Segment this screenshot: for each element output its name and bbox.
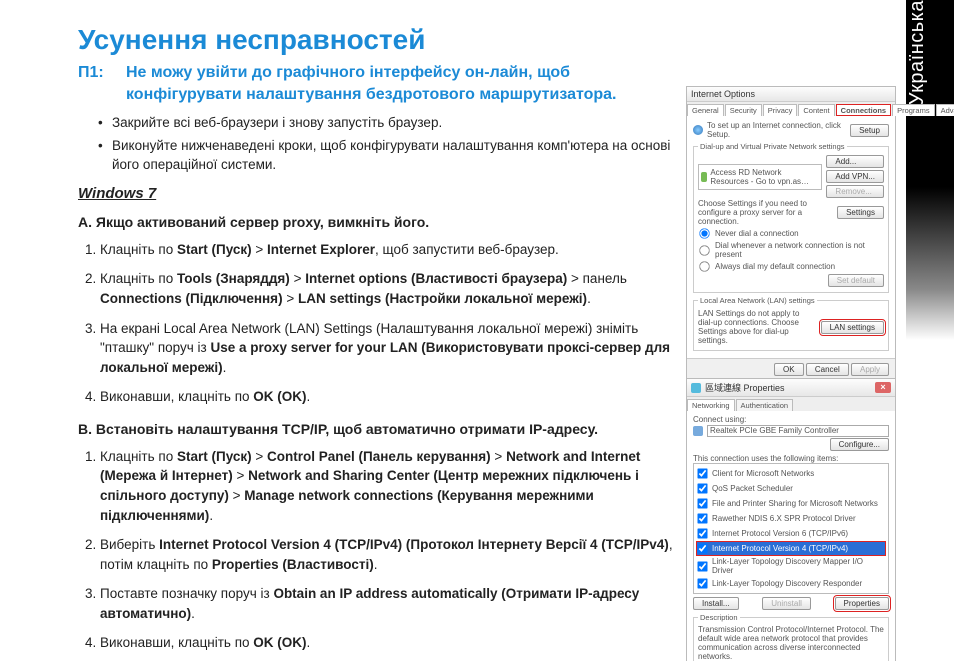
fig1-setup-text: To set up an Internet connection, click … — [707, 121, 846, 139]
list-item[interactable]: Internet Protocol Version 4 (TCP/IPv4) — [696, 541, 886, 556]
list-item[interactable]: Link-Layer Topology Discovery Responder — [696, 576, 886, 591]
item-label: Client for Microsoft Networks — [712, 469, 814, 478]
fig1-radio2: Dial whenever a network connection is no… — [715, 241, 884, 259]
add-vpn-button[interactable]: Add VPN... — [826, 170, 884, 183]
step-item: Поставте позначку поруч із Obtain an IP … — [100, 584, 678, 623]
q1-number: П1: — [78, 62, 126, 105]
fig1-tab[interactable]: Security — [725, 104, 762, 116]
step-item: Виконавши, клацніть по OK (OK). — [100, 633, 678, 653]
item-label: Link-Layer Topology Discovery Mapper I/O… — [712, 557, 886, 575]
list-item[interactable]: Internet Protocol Version 6 (TCP/IPv6) — [696, 526, 886, 541]
list-item[interactable]: Rawether NDIS 6.X SPR Protocol Driver — [696, 511, 886, 526]
item-checkbox[interactable] — [697, 543, 707, 553]
fig1-dial-legend: Dial-up and Virtual Private Network sett… — [698, 142, 847, 151]
properties-button[interactable]: Properties — [835, 597, 889, 610]
remove-button[interactable]: Remove... — [826, 185, 884, 198]
radio-always-dial[interactable] — [699, 261, 709, 271]
fig1-apply-button[interactable]: Apply — [851, 363, 889, 376]
steps-a: Клацніть по Start (Пуск) > Internet Expl… — [100, 240, 678, 407]
fig1-tab[interactable]: Content — [798, 104, 834, 116]
fig1-lan-legend: Local Area Network (LAN) settings — [698, 296, 817, 305]
item-checkbox[interactable] — [697, 528, 707, 538]
fig-internet-options: Internet Options GeneralSecurityPrivacyC… — [686, 86, 896, 381]
tab-authentication[interactable]: Authentication — [736, 399, 794, 411]
list-item[interactable]: Link-Layer Topology Discovery Mapper I/O… — [696, 556, 886, 576]
item-label: Internet Protocol Version 6 (TCP/IPv6) — [712, 529, 848, 538]
fig1-tab[interactable]: Privacy — [763, 104, 798, 116]
fig1-cancel-button[interactable]: Cancel — [806, 363, 849, 376]
item-label: QoS Packet Scheduler — [712, 484, 793, 493]
add-button[interactable]: Add... — [826, 155, 884, 168]
step-item: Клацніть по Tools (Знаряддя) > Internet … — [100, 269, 678, 308]
list-item[interactable]: QoS Packet Scheduler — [696, 481, 886, 496]
globe-icon — [693, 125, 703, 135]
setup-button[interactable]: Setup — [850, 124, 889, 137]
section-b-label: B. Встановіть налаштування TCP/IP, щоб а… — [78, 421, 678, 437]
settings-button[interactable]: Settings — [837, 206, 884, 219]
fig1-tabs: GeneralSecurityPrivacyContentConnections… — [687, 102, 895, 116]
item-checkbox[interactable] — [697, 468, 707, 478]
step-item: Клацніть по Start (Пуск) > Internet Expl… — [100, 240, 678, 260]
item-checkbox[interactable] — [697, 561, 707, 571]
step-item: На екрані Local Area Network (LAN) Setti… — [100, 319, 678, 378]
close-icon[interactable]: × — [875, 382, 891, 393]
fig1-title: Internet Options — [691, 89, 755, 99]
configure-button[interactable]: Configure... — [830, 438, 889, 451]
adapter-field[interactable]: Realtek PCIe GBE Family Controller — [707, 425, 889, 437]
steps-b: Клацніть по Start (Пуск) > Control Panel… — [100, 447, 678, 653]
list-item[interactable]: File and Printer Sharing for Microsoft N… — [696, 496, 886, 511]
item-checkbox[interactable] — [697, 513, 707, 523]
item-checkbox[interactable] — [697, 483, 707, 493]
fig2-items-list[interactable]: Client for Microsoft Networks QoS Packet … — [693, 463, 889, 594]
item-checkbox[interactable] — [697, 578, 707, 588]
fig1-proxy-text: Choose Settings if you need to configure… — [698, 199, 833, 226]
install-button[interactable]: Install... — [693, 597, 739, 610]
page-title: Усунення несправностей — [78, 24, 678, 56]
fig1-tab[interactable]: General — [687, 104, 724, 116]
item-label: File and Printer Sharing for Microsoft N… — [712, 499, 878, 508]
fig1-tab[interactable]: Programs — [892, 104, 935, 116]
fig-connection-properties: 區域連線 Properties × Networking Authenticat… — [686, 378, 896, 661]
fig2-connect-label: Connect using: — [693, 415, 889, 424]
list-item[interactable]: Client for Microsoft Networks — [696, 466, 886, 481]
fig1-lan-text: LAN Settings do not apply to dial-up con… — [698, 309, 817, 345]
step-item: Клацніть по Start (Пуск) > Control Panel… — [100, 447, 678, 525]
intro-bullets: Закрийте всі веб-браузери і знову запуст… — [98, 113, 678, 175]
intro-bullet: Виконуйте нижченаведені кроки, щоб конфі… — [98, 136, 678, 175]
fig2-title: 區域連線 Properties — [705, 381, 785, 394]
intro-bullet: Закрийте всі веб-браузери і знову запуст… — [98, 113, 678, 133]
step-item: Виберіть Internet Protocol Version 4 (TC… — [100, 535, 678, 574]
fig1-dial-item: Access RD Network Resources - Go to vpn.… — [710, 168, 819, 186]
set-default-button[interactable]: Set default — [828, 274, 884, 287]
tab-networking[interactable]: Networking — [687, 399, 735, 411]
item-label: Rawether NDIS 6.X SPR Protocol Driver — [712, 514, 856, 523]
adapter-icon — [693, 426, 703, 436]
item-checkbox[interactable] — [697, 498, 707, 508]
fig1-ok-button[interactable]: OK — [774, 363, 804, 376]
fig1-radio3: Always dial my default connection — [715, 262, 835, 271]
item-label: Link-Layer Topology Discovery Responder — [712, 579, 862, 588]
radio-never-dial[interactable] — [699, 228, 709, 238]
fig2-uses-label: This connection uses the following items… — [693, 454, 889, 463]
item-label: Internet Protocol Version 4 (TCP/IPv4) — [712, 544, 848, 553]
os-heading: Windows 7 — [78, 185, 678, 202]
net-icon — [701, 172, 707, 182]
fig1-tab[interactable]: Connections — [836, 104, 891, 116]
step-item: Виконавши, клацніть по OK (OK). — [100, 387, 678, 407]
fig2-desc-text: Transmission Control Protocol/Internet P… — [698, 625, 884, 661]
radio-dial-no-net[interactable] — [699, 245, 709, 255]
fig1-radio1: Never dial a connection — [715, 229, 799, 238]
language-side-tab: Українська — [906, 0, 954, 340]
window-icon — [691, 383, 701, 393]
section-a-label: А. Якщо активований сервер proxy, вимкні… — [78, 214, 678, 230]
question-1: П1: Не можу увійти до графічного інтерфе… — [78, 62, 658, 105]
lan-settings-button[interactable]: LAN settings — [821, 321, 884, 334]
uninstall-button[interactable]: Uninstall — [762, 597, 811, 610]
fig1-tab[interactable]: Advanced — [936, 104, 954, 116]
fig2-desc-label: Description — [698, 613, 740, 622]
q1-text: Не можу увійти до графічного інтерфейсу … — [126, 62, 658, 105]
